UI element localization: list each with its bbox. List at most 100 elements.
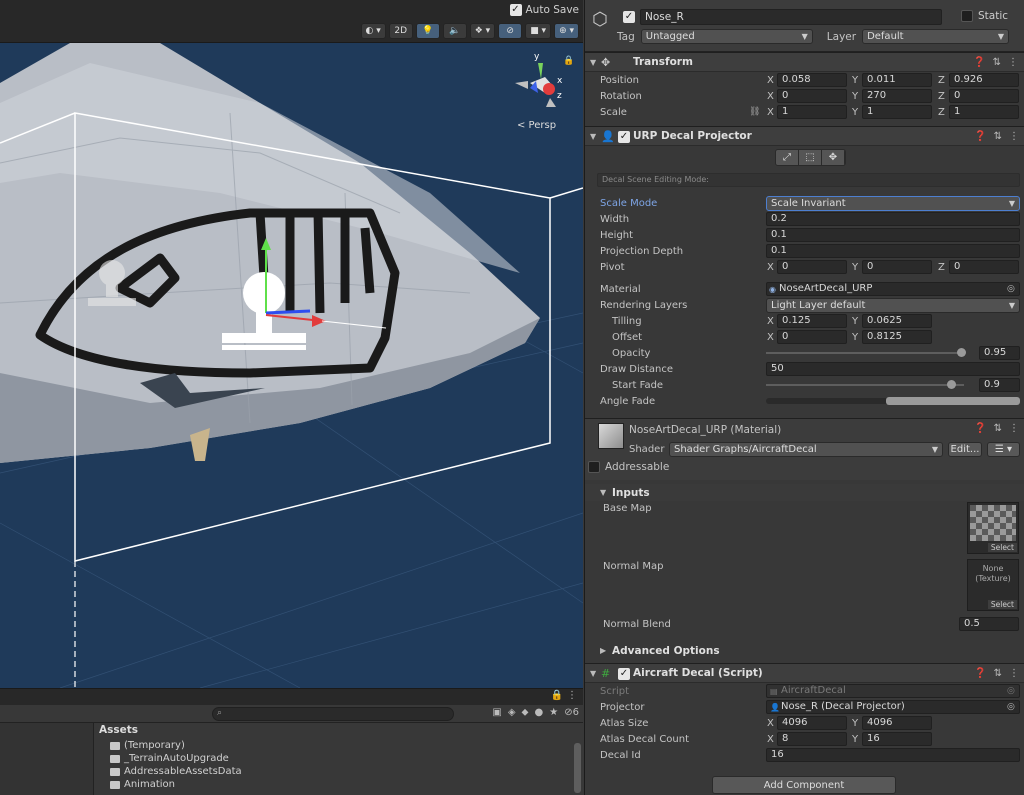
- start-fade-field[interactable]: 0.9: [979, 378, 1020, 392]
- edit-pivot-icon[interactable]: ✥: [822, 150, 845, 165]
- toggle-2d-button[interactable]: 2D: [389, 23, 413, 39]
- help-icon[interactable]: ❓: [974, 131, 986, 142]
- pivot-z-field[interactable]: 0: [949, 260, 1019, 274]
- context-menu-icon[interactable]: ⋮: [1009, 423, 1019, 434]
- gizmo-axis-x[interactable]: x: [557, 76, 563, 86]
- help-icon[interactable]: ❓: [973, 57, 985, 68]
- context-menu-icon[interactable]: ⋮: [1009, 131, 1019, 142]
- rendering-layers-dropdown[interactable]: Light Layer default▼: [766, 298, 1020, 313]
- list-item[interactable]: _TerrainAutoUpgrade: [110, 752, 242, 765]
- inputs-foldout[interactable]: ▼ Inputs: [585, 484, 1024, 501]
- context-menu-icon[interactable]: ⋮: [1009, 668, 1019, 679]
- decal-id-field[interactable]: 16: [766, 748, 1020, 762]
- autosave-toggle[interactable]: ✓ Auto Save: [510, 4, 580, 16]
- hidden-packages-icon[interactable]: ⊘6: [564, 707, 579, 718]
- edit-bounds-icon[interactable]: ⬚: [799, 150, 822, 165]
- audio-toggle-icon[interactable]: 🔈: [443, 23, 467, 39]
- opacity-field[interactable]: 0.95: [979, 346, 1020, 360]
- scene-viewport[interactable]: y x z 🔒: [0, 43, 583, 688]
- list-item[interactable]: AddressableAssetsData: [110, 765, 242, 778]
- help-icon[interactable]: ❓: [974, 668, 986, 679]
- object-name-field[interactable]: Nose_R: [640, 9, 942, 25]
- presets-icon[interactable]: ⇅: [994, 423, 1002, 434]
- shader-options-icon[interactable]: ☰ ▾: [987, 442, 1020, 457]
- gizmo-axis-y[interactable]: y: [534, 52, 540, 62]
- scale-mode-dropdown[interactable]: Scale Invariant▼: [766, 196, 1020, 211]
- shader-edit-button[interactable]: Edit...: [948, 442, 982, 457]
- package-icon[interactable]: ●: [535, 707, 544, 718]
- add-component-button[interactable]: Add Component: [712, 776, 896, 794]
- decal-projector-header[interactable]: ▼ 👤 ✓ URP Decal Projector ❓⇅⋮: [585, 126, 1024, 146]
- projector-object-field[interactable]: Nose_R (Decal Projector): [766, 700, 1020, 714]
- atlas-count-y-field[interactable]: 16: [862, 732, 932, 746]
- autosave-checkbox[interactable]: ✓: [510, 4, 522, 16]
- context-menu-icon[interactable]: ⋮: [1008, 57, 1018, 68]
- tag-dropdown[interactable]: Untagged▼: [641, 29, 813, 44]
- opacity-slider[interactable]: [766, 352, 964, 354]
- search-by-label-icon[interactable]: ◈: [508, 707, 516, 718]
- offset-y-field[interactable]: 0.8125: [862, 330, 932, 344]
- position-z-field[interactable]: 0.926: [949, 73, 1019, 87]
- hidden-objects-icon[interactable]: ⊘: [498, 23, 522, 39]
- draw-distance-field[interactable]: 50: [766, 362, 1020, 376]
- pivot-x-field[interactable]: 0: [777, 260, 847, 274]
- start-fade-slider-handle[interactable]: [947, 380, 956, 389]
- aircraft-decal-header[interactable]: ▼ # ✓ Aircraft Decal (Script) ❓⇅⋮: [585, 663, 1024, 683]
- edit-uv-icon[interactable]: ⤢: [776, 150, 799, 165]
- effects-dropdown-icon[interactable]: ❖ ▾: [470, 23, 495, 39]
- list-item[interactable]: Animation: [110, 778, 242, 791]
- rotation-x-field[interactable]: 0: [777, 89, 847, 103]
- scale-z-field[interactable]: 1: [949, 105, 1019, 119]
- material-object-field[interactable]: NoseArtDecal_URP: [766, 282, 1020, 296]
- normal-map-texture-slot[interactable]: None(Texture) Select: [967, 559, 1019, 611]
- link-icon[interactable]: ⛓: [749, 107, 760, 117]
- width-field[interactable]: 0.2: [766, 212, 1020, 226]
- atlas-size-y-field[interactable]: 4096: [862, 716, 932, 730]
- presets-icon[interactable]: ⇅: [994, 668, 1002, 679]
- presets-icon[interactable]: ⇅: [994, 131, 1002, 142]
- camera-dropdown-icon[interactable]: ■ ▾: [525, 23, 551, 39]
- lock-icon[interactable]: 🔒: [551, 690, 563, 701]
- pivot-y-field[interactable]: 0: [862, 260, 932, 274]
- foldout-arrow-icon[interactable]: ▼: [590, 132, 596, 141]
- angle-fade-range-slider[interactable]: [886, 397, 1020, 405]
- height-field[interactable]: 0.1: [766, 228, 1020, 242]
- script-enabled-checkbox[interactable]: ✓: [618, 668, 630, 680]
- shader-dropdown[interactable]: Shader Graphs/AircraftDecal▼: [669, 442, 943, 457]
- base-map-select-button[interactable]: Select: [988, 543, 1017, 552]
- scale-x-field[interactable]: 1: [777, 105, 847, 119]
- draw-mode-dropdown[interactable]: ◐ ▾: [361, 23, 386, 39]
- base-map-texture-slot[interactable]: Select: [967, 502, 1019, 554]
- addressable-toggle[interactable]: Addressable: [588, 461, 669, 473]
- gizmos-dropdown-icon[interactable]: ⊕ ▾: [554, 23, 579, 39]
- normal-map-select-button[interactable]: Select: [988, 600, 1017, 609]
- layer-dropdown[interactable]: Default▼: [862, 29, 1009, 44]
- projection-depth-field[interactable]: 0.1: [766, 244, 1020, 258]
- object-picker-icon[interactable]: ◎: [1007, 284, 1015, 294]
- project-search-input[interactable]: ⌕: [212, 707, 454, 721]
- offset-x-field[interactable]: 0: [777, 330, 847, 344]
- list-item[interactable]: (Temporary): [110, 739, 242, 752]
- project-folder-tree[interactable]: [0, 723, 94, 795]
- position-x-field[interactable]: 0.058: [777, 73, 847, 87]
- more-menu-icon[interactable]: ⋮: [567, 690, 577, 701]
- addressable-checkbox[interactable]: [588, 461, 600, 473]
- object-picker-icon[interactable]: ◎: [1007, 702, 1015, 712]
- scale-y-field[interactable]: 1: [862, 105, 932, 119]
- atlas-size-x-field[interactable]: 4096: [777, 716, 847, 730]
- transform-header[interactable]: ▼ ✥ Transform ❓⇅⋮: [585, 52, 1024, 72]
- presets-icon[interactable]: ⇅: [993, 57, 1001, 68]
- favorite-star-icon[interactable]: ★: [549, 707, 558, 718]
- rotation-z-field[interactable]: 0: [949, 89, 1019, 103]
- gizmo-lock-icon[interactable]: 🔒: [563, 55, 574, 66]
- scene-view[interactable]: ✓ Auto Save ◐ ▾ 2D 💡 🔈 ❖ ▾ ⊘ ■ ▾ ⊕ ▾: [0, 0, 583, 688]
- tiling-y-field[interactable]: 0.0625: [862, 314, 932, 328]
- rotation-y-field[interactable]: 270: [862, 89, 932, 103]
- active-checkbox[interactable]: ✓: [623, 11, 635, 23]
- static-checkbox[interactable]: [961, 10, 973, 22]
- tag-icon[interactable]: ⬥: [522, 707, 529, 718]
- project-scrollbar[interactable]: [574, 743, 581, 793]
- foldout-arrow-icon[interactable]: ▼: [590, 669, 596, 678]
- atlas-count-x-field[interactable]: 8: [777, 732, 847, 746]
- position-y-field[interactable]: 0.011: [862, 73, 932, 87]
